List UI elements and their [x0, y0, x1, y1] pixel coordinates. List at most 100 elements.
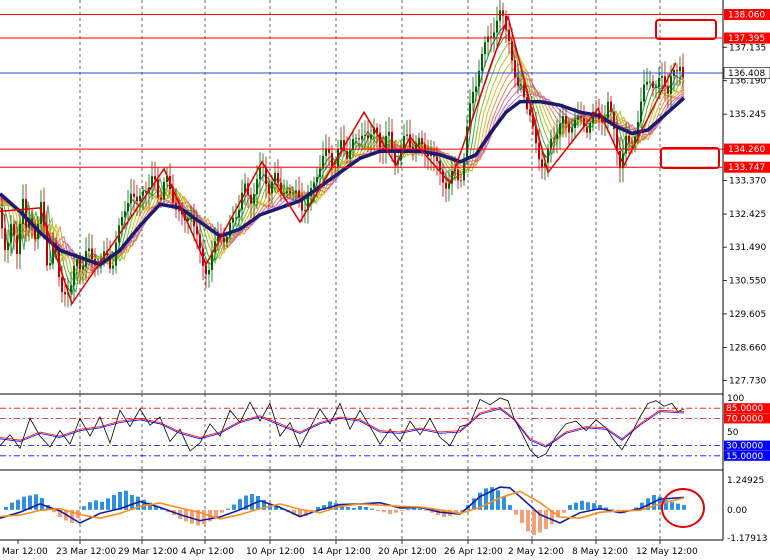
macd-axis-label: 0.00 — [727, 506, 747, 516]
price-axis-label: 133.370 — [729, 177, 766, 187]
candle-body — [325, 148, 327, 157]
ma-ribbon — [0, 25, 685, 296]
macd-histogram-bar — [502, 496, 506, 510]
candle-body — [661, 76, 663, 78]
candle-body — [682, 66, 684, 78]
candle-body — [574, 119, 576, 129]
candle-body — [349, 150, 351, 159]
candle-body — [19, 223, 21, 255]
candle-body — [508, 29, 510, 42]
oscillator-axis-label: 50 — [727, 428, 739, 438]
candle-body — [550, 138, 552, 149]
price-axis-label: 131.490 — [729, 243, 766, 253]
candle-body — [529, 109, 531, 116]
candle-body — [7, 242, 9, 250]
candle-body — [652, 81, 654, 88]
candle-body — [496, 20, 498, 33]
candle-body — [82, 266, 84, 270]
lower-zone-box — [660, 147, 720, 169]
level-label-text: 133.747 — [728, 163, 765, 173]
macd-histogram-bar — [508, 505, 512, 510]
macd-histogram-bar — [376, 509, 380, 512]
candle-body — [538, 143, 540, 160]
candle-body — [589, 122, 591, 133]
candle-body — [142, 191, 144, 196]
candle-body — [472, 91, 474, 104]
chart-window: 137.135136.190135.245134.260133.370132.4… — [0, 0, 770, 560]
price-panel: 137.135136.190135.245134.260133.370132.4… — [0, 0, 770, 395]
price-axis-label: 130.550 — [729, 276, 766, 286]
macd-histogram-bar — [226, 508, 230, 510]
candle-body — [76, 259, 78, 267]
candle-body — [73, 266, 75, 286]
candle-body — [313, 182, 315, 189]
candle-body — [406, 134, 408, 136]
price-axis-label: 132.425 — [729, 210, 766, 220]
macd-histogram-bar — [514, 509, 518, 515]
candle-body — [196, 226, 198, 235]
macd-histogram-bar — [232, 504, 236, 510]
oscillator-level-label-text: 85.0000 — [726, 404, 763, 414]
candle-body — [25, 198, 27, 228]
candle-body — [178, 209, 180, 212]
candle-body — [523, 84, 525, 98]
macd-histogram-bar — [364, 506, 368, 510]
macd-axis-label: -1.17913 — [727, 534, 767, 544]
candle-body — [283, 193, 285, 194]
time-axis-label: 20 Apr 12:00 — [378, 547, 437, 557]
candle-body — [418, 138, 420, 146]
macd-histogram-bar — [526, 509, 530, 532]
level-labels: 138.060 137.395 134.260 133.747 — [724, 8, 770, 173]
macd-histogram-bar — [388, 509, 392, 515]
candle-body — [580, 116, 582, 119]
candle-body — [445, 182, 447, 189]
price-axis-label: 127.730 — [729, 376, 766, 386]
macd-histogram-bar — [238, 499, 242, 510]
candle-body — [358, 138, 360, 140]
candle-body — [130, 193, 132, 204]
candle-body — [70, 285, 72, 293]
candle-body — [268, 184, 270, 194]
candle-body — [565, 116, 567, 124]
candle-body — [481, 53, 483, 71]
candle-body — [79, 259, 81, 270]
macd-histogram-bar — [586, 502, 590, 510]
ribbon-ma-line — [0, 42, 685, 285]
oscillator-lines — [0, 397, 685, 459]
macd-panel: 1.24925 0.00 -1.17913 — [0, 470, 767, 544]
candle-body — [223, 237, 225, 243]
candle-body — [277, 172, 279, 183]
time-axis-label: 14 Apr 12:00 — [312, 547, 371, 557]
candle-body — [295, 190, 297, 193]
candle-body — [139, 195, 141, 202]
macd-histogram-bar — [22, 496, 26, 510]
candle-body — [145, 191, 147, 193]
candle-body — [448, 183, 450, 189]
oscillator-level-label-text: 30.0000 — [726, 442, 763, 452]
price-axis-label: 128.660 — [729, 343, 766, 353]
candle-body — [163, 182, 165, 200]
oscillator-axis-label: 100 — [727, 394, 744, 404]
macd-histogram-bar — [10, 502, 14, 510]
candle-body — [511, 41, 513, 61]
level-label-text: 137.395 — [728, 34, 765, 44]
macd-histogram-bar — [484, 488, 488, 510]
macd-histogram-bar — [676, 503, 680, 510]
candle-body — [670, 76, 672, 94]
candle-body — [226, 236, 228, 243]
candle-body — [154, 176, 156, 180]
candle-body — [421, 138, 423, 145]
macd-histogram — [4, 487, 686, 535]
candle-body — [292, 192, 294, 194]
macd-histogram-bar — [574, 502, 578, 510]
chart-canvas: 137.135136.190135.245134.260133.370132.4… — [0, 0, 770, 557]
candle-body — [586, 127, 588, 133]
macd-histogram-bar — [532, 509, 536, 535]
macd-histogram-bar — [220, 509, 224, 513]
macd-histogram-bar — [580, 500, 584, 510]
candle-body — [205, 265, 207, 275]
macd-histogram-bar — [88, 502, 92, 510]
candle-body — [124, 211, 126, 217]
macd-histogram-bar — [214, 509, 218, 518]
candle-body — [493, 32, 495, 38]
